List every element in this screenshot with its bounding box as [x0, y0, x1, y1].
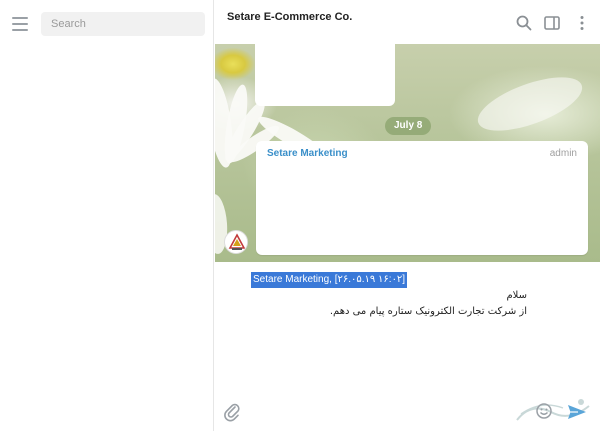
- send-icon[interactable]: [567, 403, 587, 421]
- chat-messages-area[interactable]: July 8 Setare Marketing admin: [215, 44, 600, 262]
- quoted-header: Setare Marketing, [۲۶.۰۵.۱۹ ۱۶:۰۲]: [251, 272, 408, 288]
- chat-title[interactable]: Setare E-Commerce Co.: [227, 11, 352, 23]
- attach-icon[interactable]: [223, 402, 241, 422]
- search-input[interactable]: [41, 12, 205, 36]
- sidebar-toggle-icon[interactable]: [543, 14, 561, 32]
- chat-header: Setare E-Commerce Co.: [215, 0, 600, 44]
- message-input[interactable]: Setare Marketing, [۲۶.۰۵.۱۹ ۱۶:۰۲] سلام …: [251, 272, 527, 320]
- more-vertical-icon[interactable]: [573, 14, 591, 32]
- composer-line-1: سلام: [506, 290, 527, 301]
- menu-icon[interactable]: [12, 17, 28, 31]
- previous-message-bubble[interactable]: [255, 44, 395, 106]
- message-sender[interactable]: Setare Marketing: [267, 148, 348, 159]
- search-icon[interactable]: [515, 14, 533, 32]
- message-bubble[interactable]: Setare Marketing admin: [256, 141, 588, 255]
- message-composer[interactable]: Setare Marketing, [۲۶.۰۵.۱۹ ۱۶:۰۲] سلام …: [215, 262, 600, 431]
- sidebar-header: [0, 0, 214, 48]
- chat-list-sidebar: [0, 0, 214, 431]
- emoji-icon[interactable]: [535, 402, 553, 420]
- date-divider: July 8: [385, 117, 432, 135]
- message-role-badge: admin: [549, 148, 577, 159]
- avatar[interactable]: [224, 230, 248, 254]
- wallpaper-petal: [471, 66, 589, 142]
- composer-line-2: از شرکت تجارت الکترونیک ستاره پیام می ده…: [329, 306, 527, 317]
- logo-icon: [226, 232, 247, 253]
- telegram-window: Setare E-Commerce Co. July 8 Setare Mark…: [0, 0, 600, 431]
